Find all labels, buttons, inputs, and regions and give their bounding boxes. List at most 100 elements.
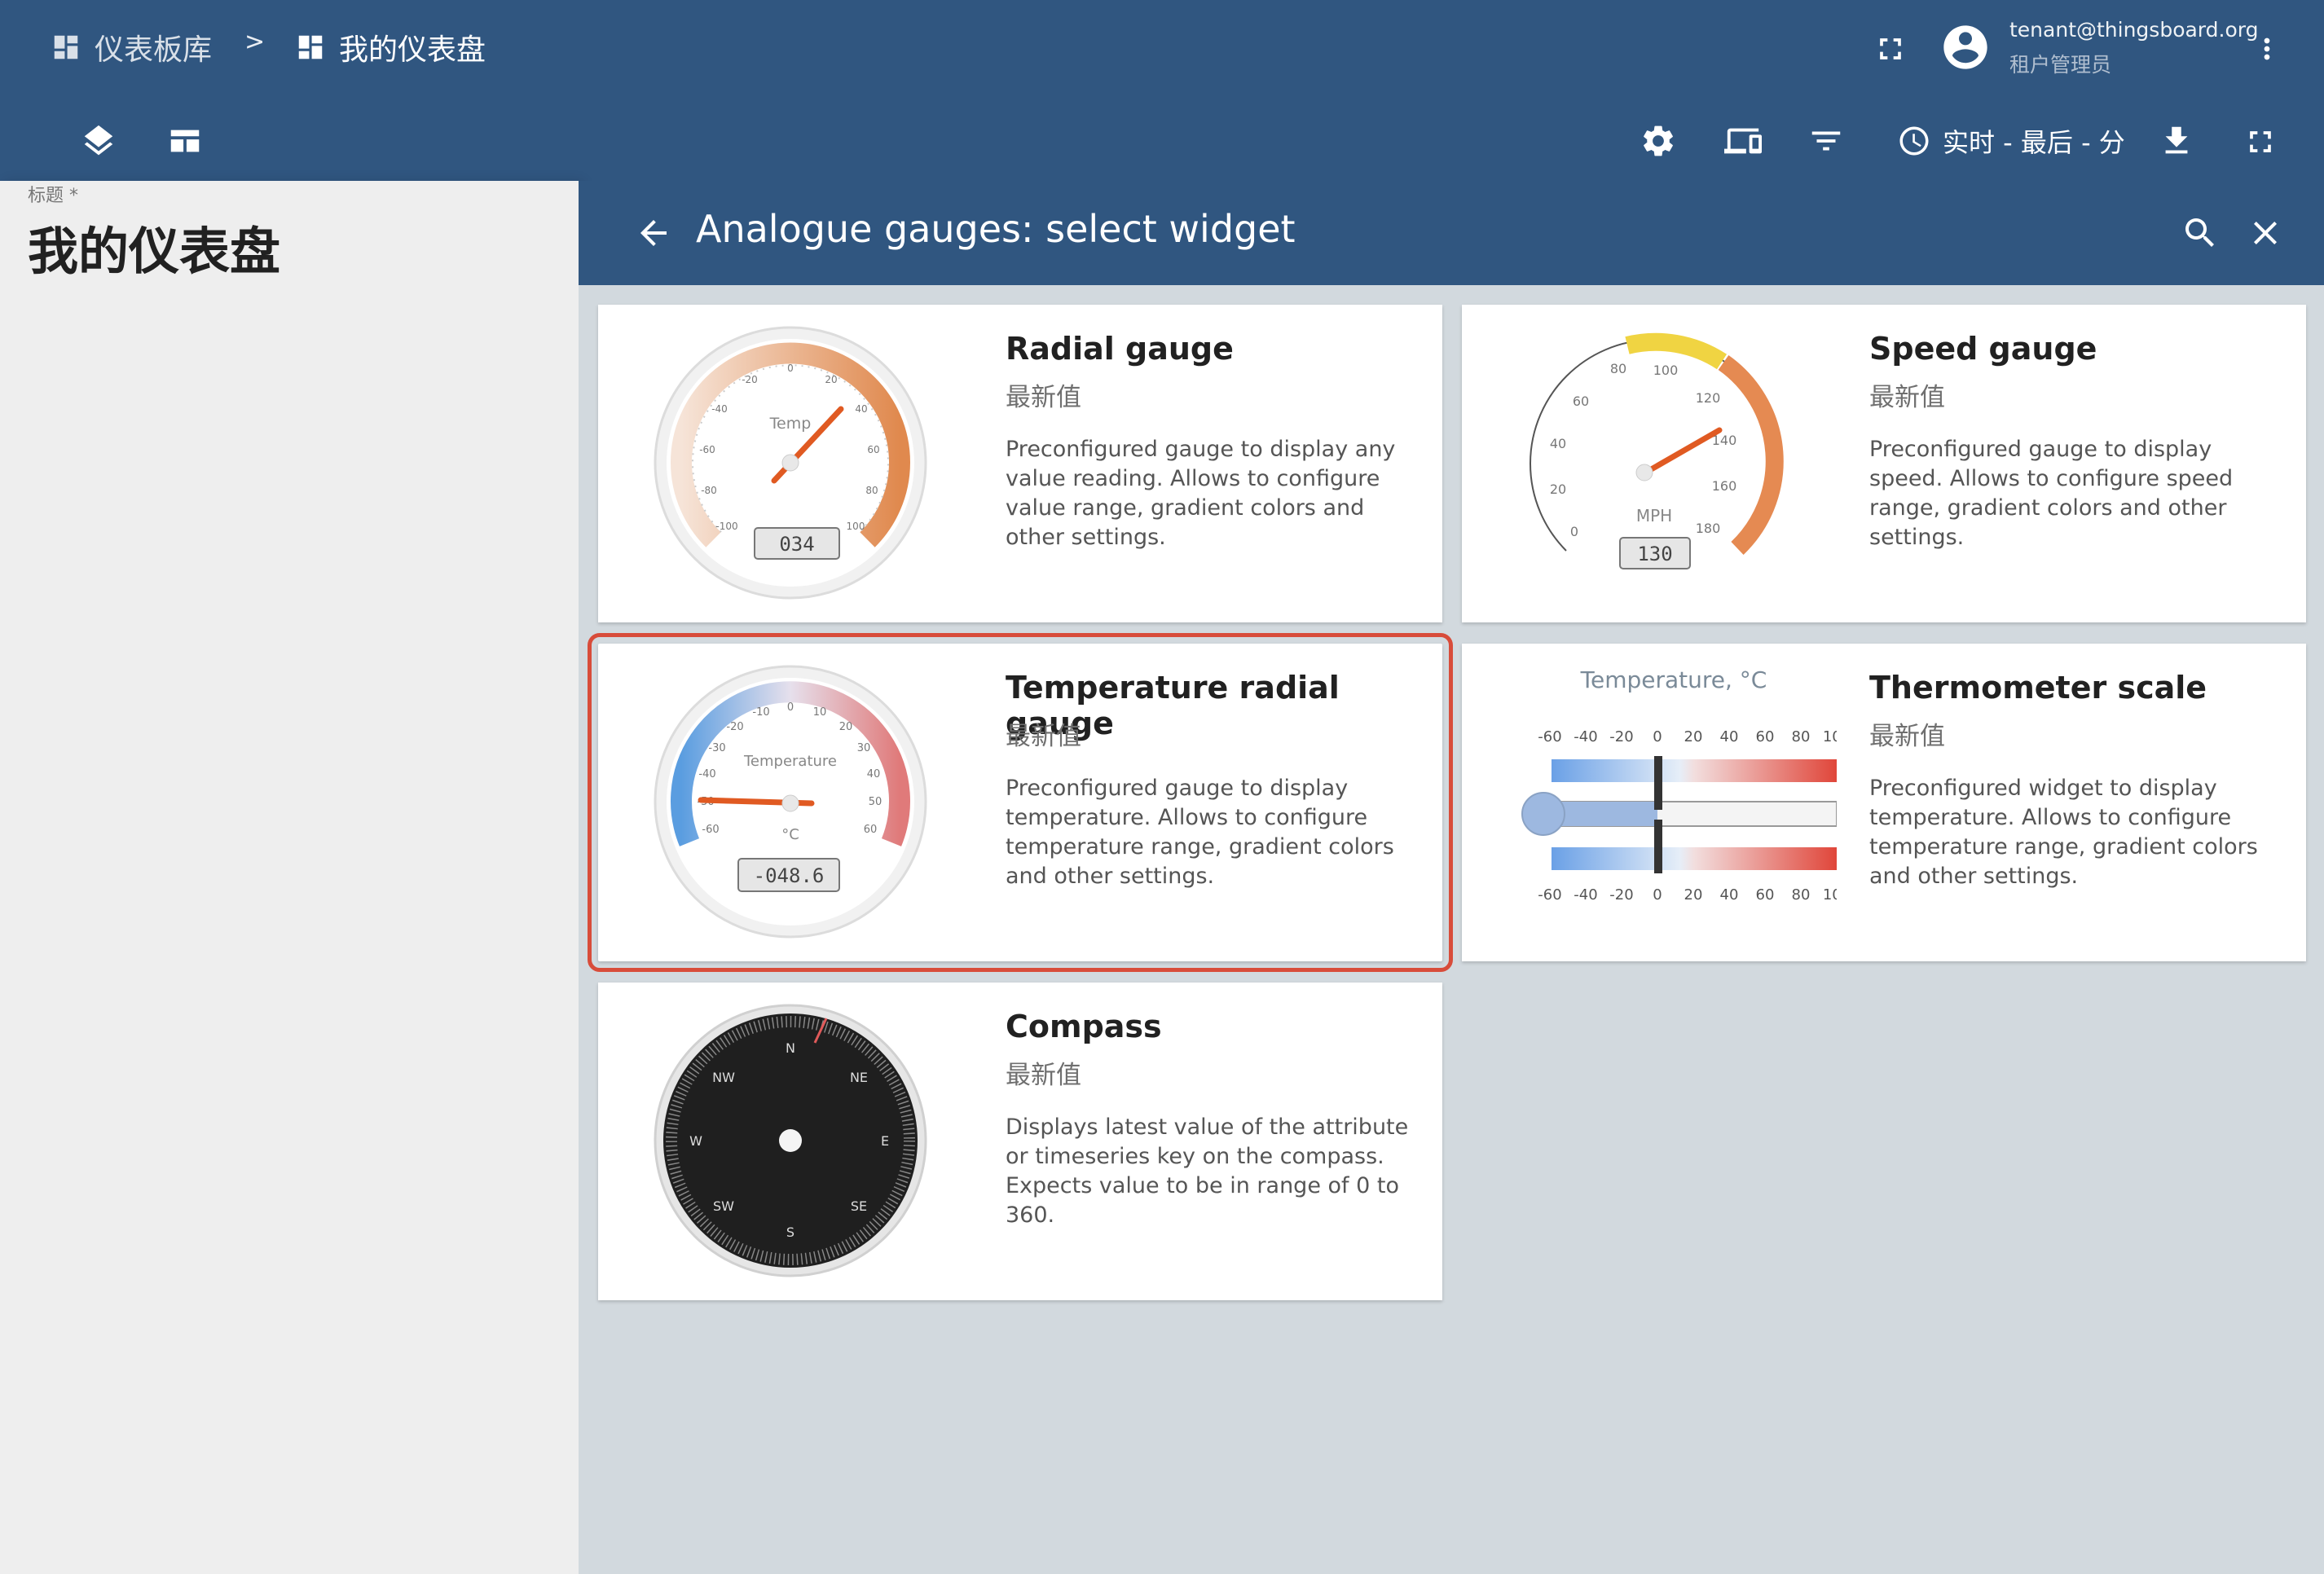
compass-direction-label: SE [851, 1198, 867, 1214]
devices-button[interactable] [1723, 122, 1763, 160]
scale-tick-label: -60 [1538, 728, 1561, 745]
thermometer-title: Temperature, °C [1580, 666, 1767, 693]
gauge-unit: °C [781, 826, 799, 843]
compass-direction-label: SW [713, 1198, 734, 1214]
dashboard-fullscreen-button[interactable] [2243, 124, 2278, 160]
gauge-tick-label: 60 [864, 824, 878, 836]
widget-select-drawer: Analogue gauges: select widget 0 20 40 6… [579, 181, 2324, 1574]
gauge-tick-label: 30 [857, 742, 871, 754]
widget-card-description: Preconfigured gauge to display speed. Al… [1869, 437, 2234, 550]
gauge-readout: 034 [779, 533, 814, 556]
compass-direction-label: E [881, 1133, 889, 1149]
drawer-title: Analogue gauges: select widget [696, 207, 1296, 251]
gauge-tick-label: 100 [1653, 363, 1679, 378]
layout-button[interactable] [166, 122, 204, 160]
gauge-label: Temp [769, 415, 812, 433]
account-circle-icon [1943, 25, 1987, 69]
gauge-tick-label: 100 [847, 521, 865, 532]
widget-card-temperature-radial-gauge[interactable]: 0 10 20 30 40 50 60 -10 -20 -30 -40 -50 … [588, 633, 1453, 972]
gauge-readout: 130 [1637, 543, 1672, 565]
widget-card-title: Thermometer scale [1869, 670, 2207, 706]
widget-card-type: 最新值 [1869, 383, 1945, 412]
gear-icon [1644, 125, 1673, 156]
download-button[interactable] [2158, 122, 2195, 160]
gauge-tick-label: -60 [702, 824, 719, 836]
gauge-label: MPH [1636, 506, 1672, 525]
filter-button[interactable] [1807, 122, 1845, 160]
widget-card-type: 最新值 [1006, 722, 1081, 751]
gauge-tick-label: -40 [698, 768, 715, 780]
search-button[interactable] [2181, 213, 2220, 253]
close-button[interactable] [2246, 213, 2285, 253]
gauge-tick-label: 40 [1550, 436, 1566, 451]
close-icon [2254, 222, 2277, 244]
drawer-header: Analogue gauges: select widget [579, 181, 2324, 285]
fullscreen-button[interactable] [1873, 31, 1908, 67]
breadcrumb-current-label: 我的仪表盘 [339, 33, 486, 67]
user-avatar[interactable] [1939, 21, 1992, 73]
gauge-tick-label: 0 [787, 701, 794, 714]
widget-card-type: 最新值 [1869, 722, 1945, 751]
temperature-radial-gauge-preview: 0 10 20 30 40 50 60 -10 -20 -30 -40 -50 … [652, 663, 929, 940]
gauge-tick-label: 60 [1573, 394, 1589, 409]
scale-tick-label: 40 [1720, 886, 1739, 904]
title-field-input[interactable]: 我的仪表盘 [28, 210, 280, 284]
scale-tick-label: -20 [1609, 886, 1633, 904]
widget-card-type: 最新值 [1006, 1061, 1081, 1090]
compass-direction-label: NE [850, 1070, 868, 1085]
user-email: tenant@thingsboard.org [2009, 18, 2259, 42]
fullscreen-icon [1880, 38, 1901, 59]
dashboard-grid-icon [298, 35, 323, 59]
timewindow-button[interactable]: 实时 - 最后 - 分 [1897, 121, 2125, 161]
scale-tick-label: 0 [1653, 886, 1662, 904]
clock-icon [1899, 126, 1929, 156]
compass-direction-label: S [786, 1224, 794, 1240]
gauge-tick-label: 20 [839, 721, 853, 733]
layout-icon [170, 130, 200, 152]
widget-card-title: Speed gauge [1869, 331, 2097, 367]
widget-card-description: Preconfigured gauge to display any value… [1006, 437, 1396, 550]
scale-tick-label: 0 [1653, 728, 1662, 745]
widget-card-title: Radial gauge [1006, 331, 1234, 367]
radial-gauge-preview: 0 20 40 60 80 100 -20 -40 -60 -80 -100 T… [652, 324, 929, 601]
breadcrumb-dashboards-library[interactable]: 仪表板库 [51, 24, 212, 70]
widget-card-radial-gauge[interactable]: 0 20 40 60 80 100 -20 -40 -60 -80 -100 T… [598, 305, 1442, 622]
breadcrumb-library-label: 仪表板库 [95, 33, 213, 67]
gauge-label: Temperature [743, 753, 837, 770]
widget-card-speed-gauge[interactable]: 0 20 40 60 80 100 120 140 160 180 MPH 13… [1462, 305, 2306, 622]
layers-button[interactable] [80, 122, 117, 160]
more-vert-icon [2264, 37, 2270, 60]
gauge-tick-label: 60 [867, 444, 879, 455]
scale-tick-label: -60 [1538, 886, 1561, 904]
widget-card-title: Compass [1006, 1009, 1162, 1044]
widget-card-compass[interactable]: N NE E SE S SW W NW Compass 最新值 Displays… [598, 983, 1442, 1300]
scale-tick-label: 80 [1792, 728, 1811, 745]
layers-icon [84, 125, 113, 156]
widget-card-thermometer-scale[interactable]: Temperature, °C -60 -40 -20 0 20 40 60 8… [1462, 644, 2306, 961]
gauge-tick-label: 50 [869, 796, 883, 808]
compass-direction-label: W [689, 1133, 702, 1149]
back-button[interactable] [634, 213, 673, 253]
gauge-readout: -048.6 [754, 864, 825, 887]
gauge-tick-label: -20 [742, 374, 758, 385]
gauge-tick-label: 160 [1712, 478, 1737, 494]
widget-card-type: 最新值 [1006, 383, 1081, 412]
scale-tick-label: 100 [1823, 886, 1837, 904]
user-role: 租户管理员 [2009, 53, 2112, 77]
gauge-tick-label: -10 [752, 706, 769, 719]
settings-button[interactable] [1640, 122, 1677, 160]
widget-card-description: Displays latest value of the attribute o… [1006, 1115, 1409, 1228]
gauge-tick-label: 20 [825, 374, 837, 385]
gauge-tick-label: -40 [711, 403, 728, 415]
thermometer-scale-preview: Temperature, °C -60 -40 -20 0 20 40 60 8… [1494, 663, 1851, 940]
gauge-tick-label: -20 [726, 721, 743, 733]
gauge-tick-label: 40 [855, 403, 867, 415]
scale-tick-label: -40 [1574, 886, 1597, 904]
gauge-tick-label: 180 [1696, 521, 1721, 536]
scale-tick-label: 40 [1720, 728, 1739, 745]
scale-tick-label: 20 [1684, 886, 1703, 904]
more-menu-button[interactable] [2251, 29, 2283, 68]
gauge-tick-label: -80 [701, 485, 717, 496]
gauge-tick-label: -30 [708, 742, 725, 754]
compass-preview: N NE E SE S SW W NW [652, 1002, 929, 1279]
